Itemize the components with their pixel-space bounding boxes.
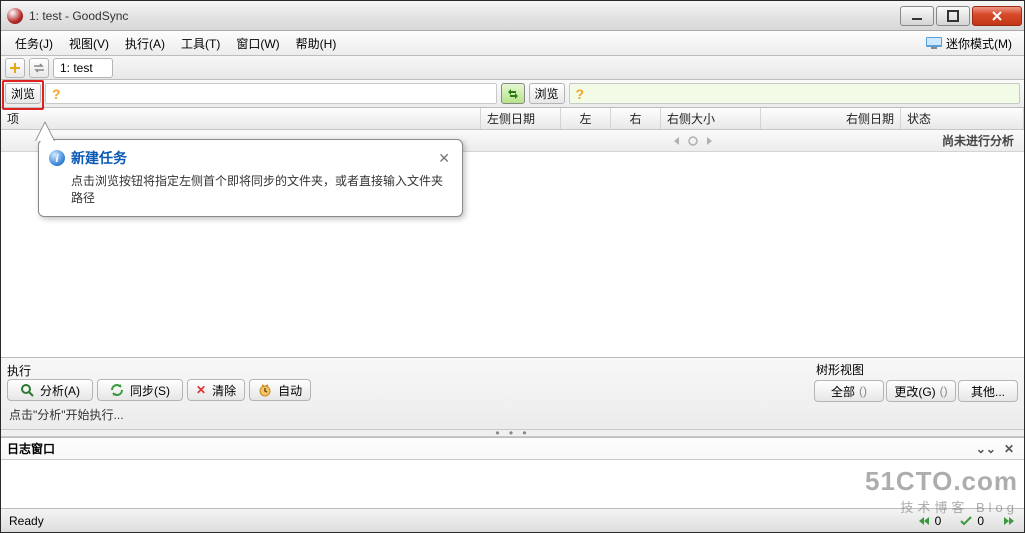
menubar: 任务(J) 视图(V) 执行(A) 工具(T) 窗口(W) 帮助(H) 迷你模式… [1, 31, 1024, 56]
statusbar: Ready 0 0 [1, 508, 1024, 532]
menu-execute[interactable]: 执行(A) [117, 32, 173, 55]
mini-mode-button[interactable]: 迷你模式(M) [920, 35, 1018, 52]
col-left[interactable]: 左 [561, 108, 611, 129]
col-state[interactable]: 状态 [901, 108, 1024, 129]
log-header: 日志窗口 ⌄⌄ ✕ [1, 438, 1024, 460]
log-title: 日志窗口 [7, 440, 55, 457]
splitter-handle[interactable]: • • • [1, 429, 1024, 437]
col-right-size[interactable]: 右侧大小 [661, 108, 761, 129]
tooltip-close-button[interactable]: ✕ [436, 150, 452, 167]
direction-indicator [481, 135, 904, 147]
right-path-input[interactable]: ? [569, 83, 1021, 104]
question-icon: ? [576, 86, 585, 102]
mini-mode-label: 迷你模式(M) [946, 35, 1012, 52]
tooltip-body: 点击浏览按钮将指定左侧首个即将同步的文件夹，或者直接输入文件夹路径 [49, 168, 452, 206]
tooltip-title: 新建任务 [71, 148, 430, 168]
refresh-icon [110, 383, 124, 397]
app-icon [7, 8, 23, 24]
tabstrip: 1: test [1, 56, 1024, 80]
maximize-button[interactable] [936, 6, 970, 26]
check-icon [959, 515, 973, 527]
menu-job[interactable]: 任务(J) [7, 32, 61, 55]
tab-label: 1: test [60, 61, 93, 75]
status-ready: Ready [9, 514, 44, 528]
column-header: 项 左侧日期 左 右 右侧大小 右侧日期 状态 [1, 108, 1024, 130]
close-button[interactable] [972, 6, 1022, 26]
add-tab-button[interactable] [5, 58, 25, 78]
hint-text: 点击"分析"开始执行... [7, 402, 1018, 425]
sync-direction-button[interactable] [29, 58, 49, 78]
left-path-input[interactable]: ? [45, 83, 497, 104]
tutorial-tooltip: i 新建任务 ✕ 点击浏览按钮将指定左侧首个即将同步的文件夹，或者直接输入文件夹… [38, 139, 463, 217]
analysis-status: 尚未进行分析 [904, 132, 1024, 149]
treeview-other-button[interactable]: 其他... [958, 380, 1018, 402]
menu-help[interactable]: 帮助(H) [288, 32, 345, 55]
log-close-button[interactable]: ✕ [1000, 442, 1018, 456]
app-window: 1: test - GoodSync 任务(J) 视图(V) 执行(A) 工具(… [0, 0, 1025, 533]
magnify-icon [20, 383, 34, 397]
menu-window[interactable]: 窗口(W) [228, 32, 287, 55]
status-left-count: 0 [917, 514, 942, 528]
monitor-icon [926, 37, 942, 49]
log-panel: 日志窗口 ⌄⌄ ✕ [1, 437, 1024, 508]
swap-button[interactable] [501, 83, 525, 104]
menu-tools[interactable]: 工具(T) [173, 32, 228, 55]
info-icon: i [49, 150, 65, 166]
x-icon: ✕ [196, 383, 206, 397]
question-icon: ? [52, 86, 61, 102]
clear-button[interactable]: ✕ 清除 [187, 379, 245, 401]
treeview-section-label: 树形视图 [814, 361, 1018, 378]
execute-section-label: 执行 [7, 362, 311, 379]
treeview-all-button[interactable]: 全部() [814, 380, 884, 402]
job-tab[interactable]: 1: test [53, 58, 113, 78]
path-row: 浏览 ? 浏览 ? [1, 80, 1024, 108]
analyze-button[interactable]: 分析(A) [7, 379, 93, 401]
double-arrow-left-icon [917, 515, 931, 527]
col-left-date[interactable]: 左侧日期 [481, 108, 561, 129]
col-right-date[interactable]: 右侧日期 [761, 108, 901, 129]
double-arrow-right-icon [1002, 515, 1016, 527]
auto-button[interactable]: 自动 [249, 379, 311, 401]
window-title: 1: test - GoodSync [29, 9, 898, 23]
status-ok-count: 0 [959, 514, 984, 528]
col-right[interactable]: 右 [611, 108, 661, 129]
action-panel: 执行 分析(A) 同步(S) ✕ 清除 [1, 357, 1024, 429]
sync-button[interactable]: 同步(S) [97, 379, 183, 401]
col-item[interactable]: 项 [1, 108, 481, 129]
clock-icon [258, 383, 272, 397]
browse-left-button[interactable]: 浏览 [5, 83, 41, 104]
status-right-arrows [1002, 515, 1016, 527]
browse-right-button[interactable]: 浏览 [529, 83, 565, 104]
minimize-button[interactable] [900, 6, 934, 26]
log-body [1, 460, 1024, 508]
titlebar: 1: test - GoodSync [1, 1, 1024, 31]
treeview-changes-button[interactable]: 更改(G)() [886, 380, 956, 402]
menu-view[interactable]: 视图(V) [61, 32, 117, 55]
log-collapse-button[interactable]: ⌄⌄ [972, 442, 1000, 456]
